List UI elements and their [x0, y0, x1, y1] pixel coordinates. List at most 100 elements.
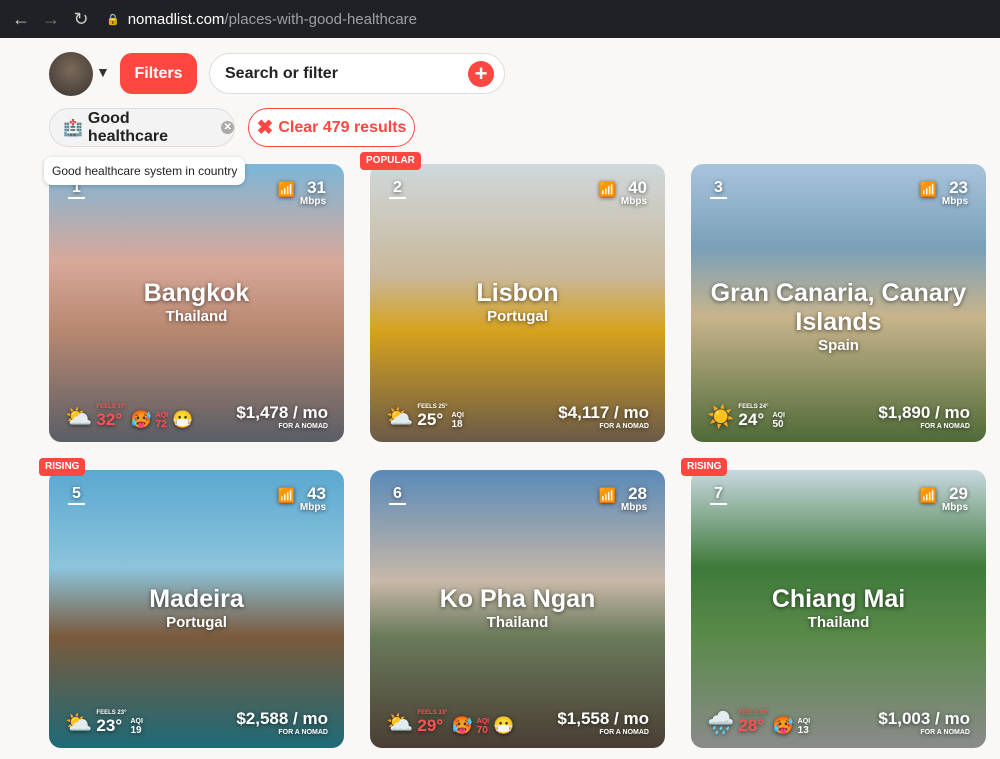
badge-rising: RISING	[681, 458, 728, 476]
mask-face-icon: 😷	[493, 716, 515, 735]
close-icon: ✖	[256, 117, 274, 139]
aqi-value: 50	[772, 419, 784, 430]
rain-icon: 🌧️	[707, 710, 735, 735]
cost-of-living: $4,117 / mo FOR A NOMAD	[558, 403, 649, 430]
speed-unit: Mbps	[941, 502, 968, 513]
rank: 5	[68, 485, 85, 505]
cost-of-living: $1,558 / mo FOR A NOMAD	[557, 709, 649, 736]
city-name: Madeira	[149, 585, 244, 613]
speed-value: 28	[628, 484, 647, 503]
price-subtitle: FOR A NOMAD	[599, 423, 649, 430]
temperature: 29°	[417, 716, 444, 735]
rank: 2	[389, 179, 406, 199]
country-name: Thailand	[807, 614, 870, 631]
aqi-value: 19	[130, 725, 142, 736]
forward-icon[interactable]: →	[36, 9, 66, 30]
remove-filter-icon[interactable]: ✕	[221, 121, 234, 134]
partly-cloudy-icon: ⛅	[65, 710, 93, 735]
country-name: Thailand	[486, 614, 549, 631]
internet-speed: 📶 23 Mbps	[920, 178, 968, 207]
internet-speed: 📶 31 Mbps	[278, 178, 326, 207]
hot-face-icon: 🥵	[130, 410, 152, 429]
aqi-value: 13	[797, 725, 809, 736]
city-info: Lisbon Portugal	[370, 279, 665, 325]
chevron-down-icon[interactable]: ▼	[96, 64, 110, 80]
speed-value: 23	[949, 178, 968, 197]
speed-unit: Mbps	[941, 196, 968, 207]
speed-value: 29	[949, 484, 968, 503]
temperature: 24°	[738, 410, 765, 429]
filter-chip-label: Good healthcare	[87, 109, 168, 145]
aqi-value: 70	[476, 725, 488, 736]
city-card[interactable]: 5 📶 43 Mbps Madeira Portugal ⛅ FEELS 23° 23°…	[49, 470, 344, 748]
badge-popular: POPULAR	[360, 152, 421, 170]
city-card[interactable]: 7 📶 29 Mbps Chiang Mai Thailand 🌧️ FEELS 32…	[691, 470, 986, 748]
air-quality: AQI 72	[156, 411, 168, 430]
city-info: Chiang Mai Thailand	[691, 585, 986, 631]
city-card[interactable]: 1 📶 31 Mbps Bangkok Thailand ⛅ FEELS 37° 32°…	[49, 164, 344, 442]
weather: 🌧️ FEELS 32° 28° 🥵 AQI 13	[707, 710, 810, 736]
tooltip: Good healthcare system in country	[44, 157, 246, 185]
city-card[interactable]: 6 📶 28 Mbps Ko Pha Ngan Thailand ⛅ FEELS 33…	[370, 470, 665, 748]
search-placeholder: Search or filter	[225, 64, 338, 82]
speed-unit: Mbps	[620, 196, 647, 207]
city-info: Ko Pha Ngan Thailand	[370, 585, 665, 631]
aqi-value: 18	[451, 419, 463, 430]
city-info: Gran Canaria, Canary Islands Spain	[691, 279, 986, 354]
wifi-icon: 📶	[919, 487, 938, 503]
rank: 6	[389, 485, 406, 505]
avatar[interactable]	[49, 52, 93, 96]
cost-of-living: $2,588 / mo FOR A NOMAD	[236, 709, 328, 736]
mask-face-icon: 😷	[172, 410, 194, 429]
browser-toolbar: ← → ↻ 🔒 nomadlist.com/places-with-good-he…	[0, 0, 1000, 38]
price-subtitle: FOR A NOMAD	[278, 423, 328, 430]
speed-unit: Mbps	[299, 502, 326, 513]
city-info: Bangkok Thailand	[49, 279, 344, 325]
filters-button[interactable]: Filters	[120, 53, 197, 94]
speed-value: 43	[307, 484, 326, 503]
wifi-icon: 📶	[919, 181, 938, 197]
internet-speed: 📶 29 Mbps	[920, 484, 968, 513]
back-icon[interactable]: ←	[6, 9, 36, 30]
internet-speed: 📶 43 Mbps	[278, 484, 326, 513]
city-card[interactable]: 3 📶 23 Mbps Gran Canaria, Canary Islands Sp…	[691, 164, 986, 442]
speed-value: 31	[307, 178, 326, 197]
speed-unit: Mbps	[299, 196, 326, 207]
reload-icon[interactable]: ↻	[66, 9, 96, 30]
internet-speed: 📶 28 Mbps	[599, 484, 647, 513]
price-subtitle: FOR A NOMAD	[278, 729, 328, 736]
url-domain: nomadlist.com	[127, 10, 225, 28]
clear-label: Clear 479 results	[278, 118, 407, 136]
hot-face-icon: 🥵	[772, 716, 794, 735]
wifi-icon: 📶	[277, 181, 296, 197]
air-quality: AQI 50	[772, 411, 784, 430]
air-quality: AQI 18	[451, 411, 463, 430]
filter-chip-good-healthcare[interactable]: 🏥 Good healthcare ✕	[49, 108, 235, 147]
partly-cloudy-icon: ⛅	[65, 404, 93, 429]
address-bar[interactable]: 🔒 nomadlist.com/places-with-good-healthca…	[106, 11, 417, 28]
cost-of-living: $1,478 / mo FOR A NOMAD	[236, 403, 328, 430]
price: $1,478 / mo	[236, 403, 328, 422]
speed-value: 40	[628, 178, 647, 197]
wifi-icon: 📶	[598, 181, 617, 197]
city-name: Gran Canaria, Canary Islands	[710, 279, 967, 336]
plus-icon[interactable]: +	[468, 61, 494, 87]
city-info: Madeira Portugal	[49, 585, 344, 631]
weather: ⛅ FEELS 33° 29° 🥵 AQI 70 😷	[386, 710, 514, 736]
internet-speed: 📶 40 Mbps	[599, 178, 647, 207]
city-card[interactable]: 2 📶 40 Mbps Lisbon Portugal ⛅ FEELS 25° 25° …	[370, 164, 665, 442]
temperature: 28°	[738, 716, 765, 735]
air-quality: AQI 70	[477, 717, 489, 736]
price: $2,588 / mo	[236, 709, 328, 728]
badge-rising: RISING	[39, 458, 86, 476]
city-name: Bangkok	[143, 279, 250, 307]
clear-results-button[interactable]: ✖ Clear 479 results	[248, 108, 415, 147]
country-name: Spain	[818, 337, 859, 354]
wifi-icon: 📶	[598, 487, 617, 503]
price: $1,890 / mo	[878, 403, 970, 422]
price-subtitle: FOR A NOMAD	[920, 729, 970, 736]
search-input[interactable]: Search or filter +	[209, 53, 505, 94]
country-name: Thailand	[165, 308, 228, 325]
speed-unit: Mbps	[620, 502, 647, 513]
price: $1,558 / mo	[557, 709, 649, 728]
